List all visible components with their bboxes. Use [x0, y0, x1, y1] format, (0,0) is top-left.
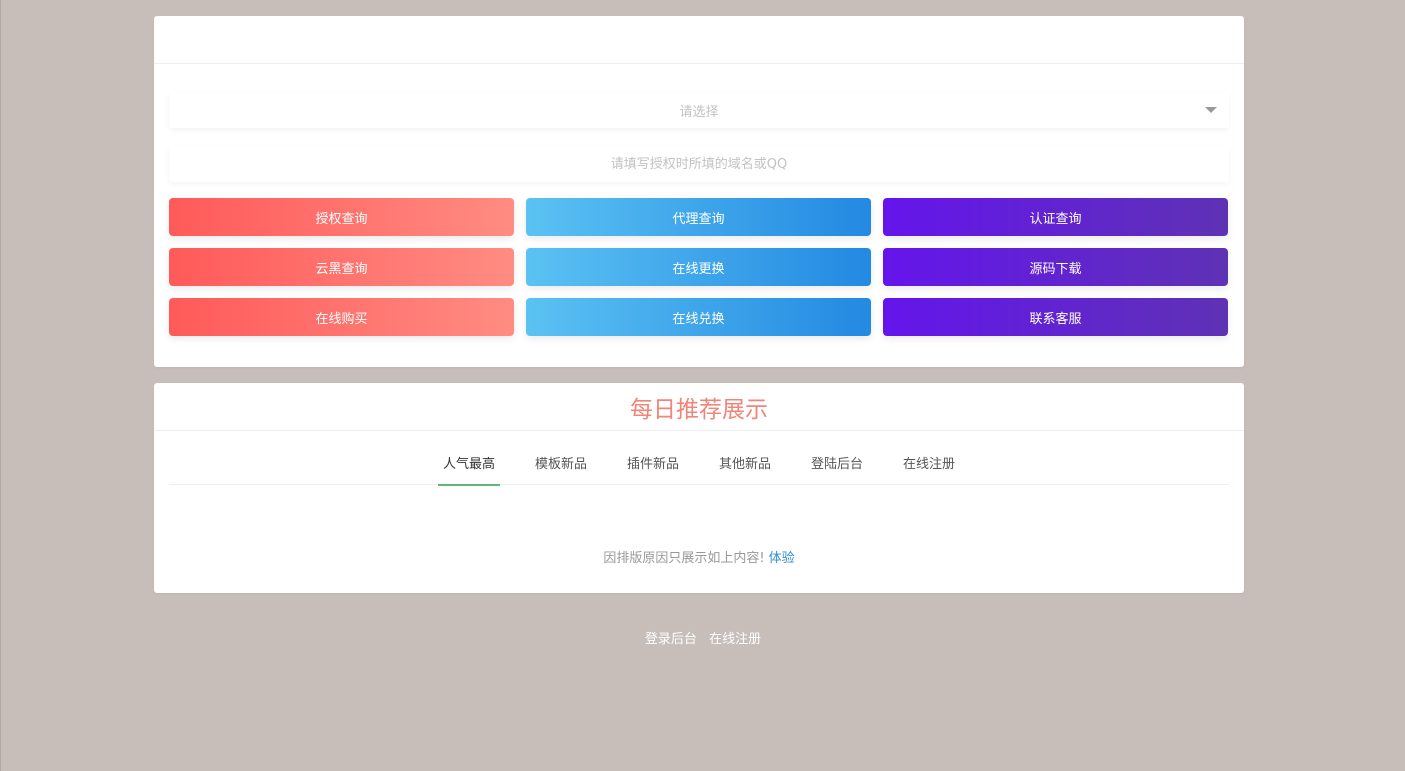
tab-register[interactable]: 在线注册	[898, 445, 960, 485]
recommend-title: 每日推荐展示	[154, 383, 1244, 431]
tab-other-new[interactable]: 其他新品	[714, 445, 776, 485]
action-button-grid: 授权查询 代理查询 认证查询 云黑查询 在线更换 源码下载 在线购买 在线兑换 …	[169, 198, 1229, 336]
source-download-button[interactable]: 源码下载	[883, 248, 1228, 286]
layout-notice: 因排版原因只展示如上内容! 体验	[154, 547, 1244, 566]
domain-qq-input[interactable]	[169, 146, 1229, 182]
footer-register-link[interactable]: 在线注册	[709, 632, 761, 647]
contact-support-button[interactable]: 联系客服	[883, 298, 1228, 336]
tab-new-plugins[interactable]: 插件新品	[622, 445, 684, 485]
online-redeem-button[interactable]: 在线兑换	[526, 298, 871, 336]
agent-query-button[interactable]: 代理查询	[526, 198, 871, 236]
layout-notice-text: 因排版原因只展示如上内容!	[603, 551, 769, 566]
online-purchase-button[interactable]: 在线购买	[169, 298, 514, 336]
cert-query-button[interactable]: 认证查询	[883, 198, 1228, 236]
footer-login-link[interactable]: 登录后台	[645, 632, 697, 647]
recommend-panel: 每日推荐展示 人气最高 模板新品 插件新品 其他新品 登陆后台 在线注册 因排版…	[154, 383, 1244, 593]
tab-new-templates[interactable]: 模板新品	[530, 445, 592, 485]
online-change-button[interactable]: 在线更换	[526, 248, 871, 286]
cloud-blacklist-query-button[interactable]: 云黑查询	[169, 248, 514, 286]
chevron-down-icon	[1205, 107, 1217, 113]
recommend-tabs: 人气最高 模板新品 插件新品 其他新品 登陆后台 在线注册	[169, 445, 1229, 486]
tab-login-admin[interactable]: 登陆后台	[806, 445, 868, 485]
product-select-placeholder: 请选择	[679, 104, 719, 120]
query-panel-header	[154, 16, 1244, 64]
auth-query-button[interactable]: 授权查询	[169, 198, 514, 236]
product-select[interactable]: 请选择	[169, 92, 1229, 128]
domain-qq-field-wrapper	[169, 146, 1229, 182]
query-panel: 请选择 授权查询 代理查询 认证查询 云黑查询 在线更换 源码下载 在线购买 在…	[154, 16, 1244, 367]
try-link[interactable]: 体验	[769, 551, 795, 566]
footer: 登录后台 在线注册	[1, 628, 1405, 647]
tab-most-popular[interactable]: 人气最高	[437, 445, 500, 486]
